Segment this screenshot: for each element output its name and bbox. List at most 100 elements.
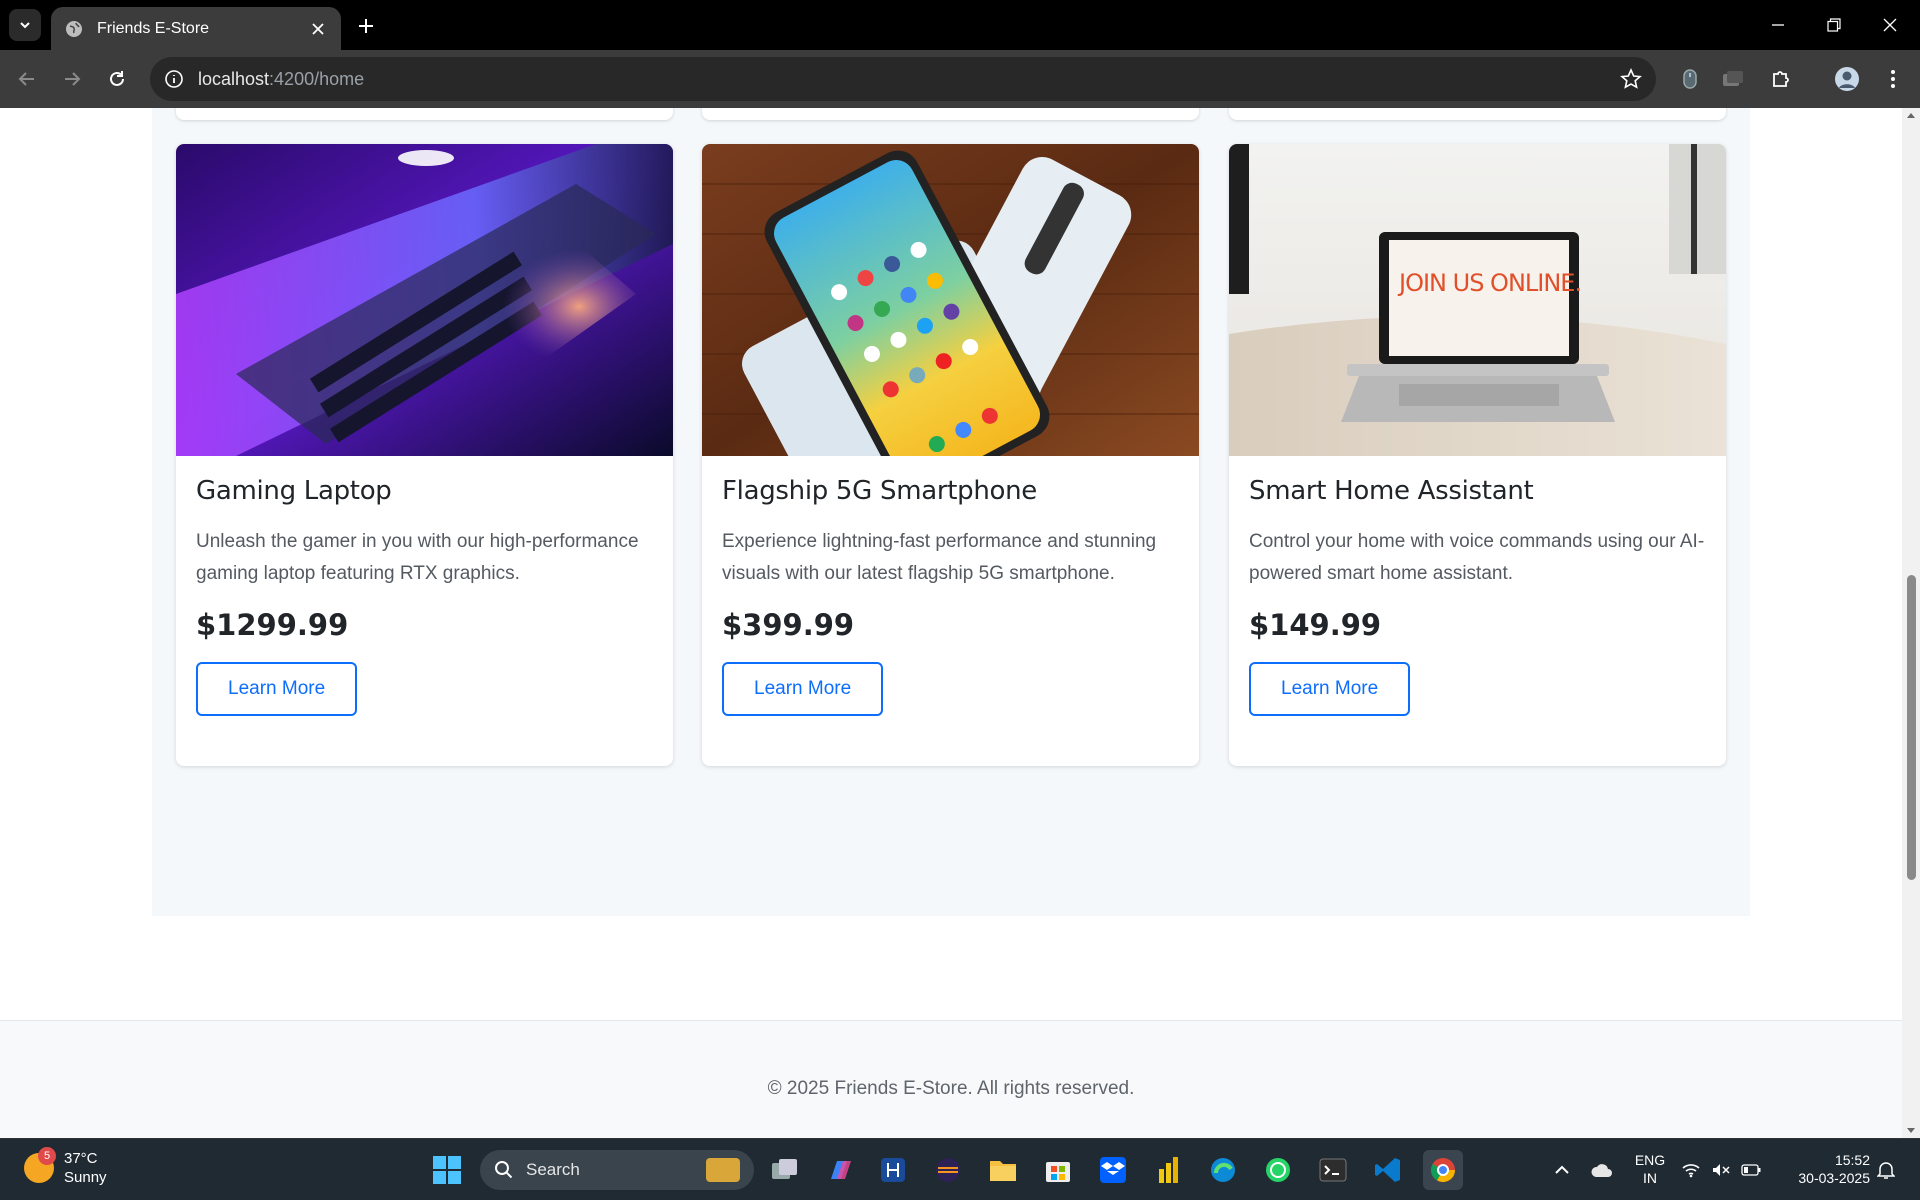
restore-button[interactable]	[1806, 0, 1862, 50]
product-description: Experience lightning-fast performance an…	[722, 531, 1157, 584]
clock-date: 30-03-2025	[1798, 1170, 1870, 1186]
tab-title: Friends E-Store	[97, 19, 210, 37]
onedrive-icon[interactable]	[1582, 1150, 1622, 1190]
card-body: Flagship 5G Smartphone Experience lightn…	[702, 456, 1199, 766]
close-window-button[interactable]	[1862, 0, 1918, 50]
site-info-icon[interactable]	[164, 69, 184, 89]
extensions-puzzle-icon[interactable]	[1765, 63, 1797, 95]
arrow-right-icon	[65, 72, 81, 86]
browser-tab[interactable]: Friends E-Store	[51, 7, 341, 50]
product-card: JOIN US ONLINE. Smart Home Assistant Con…	[1229, 144, 1726, 766]
address-bar[interactable]: localhost:4200/home	[150, 57, 1656, 101]
close-icon	[1883, 18, 1897, 32]
menu-kebab-icon[interactable]	[1877, 63, 1909, 95]
product-image-laptop	[176, 144, 673, 456]
scroll-down-arrow[interactable]	[1905, 1126, 1917, 1136]
new-tab-button[interactable]	[352, 12, 380, 40]
windows-logo-icon	[433, 1156, 461, 1184]
minimize-button[interactable]	[1750, 0, 1806, 50]
scrollbar-thumb[interactable]	[1907, 575, 1916, 880]
app-icon-blue[interactable]	[873, 1150, 913, 1190]
product-image-smartphone	[702, 144, 1199, 456]
forward-button[interactable]	[56, 63, 88, 95]
star-icon[interactable]	[1620, 68, 1642, 90]
wifi-icon	[1682, 1164, 1700, 1178]
chrome-icon[interactable]	[1423, 1150, 1463, 1190]
learn-more-button[interactable]: Learn More	[196, 662, 358, 716]
tab-strip: Friends E-Store	[0, 0, 1920, 50]
tab-search-button[interactable]	[9, 9, 41, 41]
minimize-icon	[1772, 24, 1784, 26]
search-label: Search	[526, 1160, 580, 1179]
search-icon	[495, 1161, 513, 1179]
weather-text: 37°C Sunny	[64, 1149, 107, 1187]
clock-time: 15:52	[1834, 1152, 1870, 1168]
product-image-smart-home: JOIN US ONLINE.	[1229, 144, 1726, 456]
task-view-icon[interactable]	[765, 1150, 805, 1190]
extension-mouse-icon[interactable]	[1674, 63, 1706, 95]
product-price: $1299.99	[196, 608, 349, 642]
product-card: Gaming Laptop Unleash the gamer in you w…	[176, 144, 673, 766]
url-path: :4200/home	[269, 68, 365, 89]
battery-icon	[1741, 1164, 1761, 1176]
previous-card-edge	[176, 108, 673, 120]
vscode-icon[interactable]	[1368, 1150, 1408, 1190]
card-body: Smart Home Assistant Control your home w…	[1229, 456, 1726, 766]
product-title: Smart Home Assistant	[1249, 476, 1534, 506]
laptop-screen-text: JOIN US ONLINE.	[1399, 269, 1582, 297]
page-viewport: Gaming Laptop Unleash the gamer in you w…	[0, 108, 1920, 1138]
file-explorer-icon[interactable]	[983, 1150, 1023, 1190]
chevron-up-icon[interactable]	[1542, 1150, 1582, 1190]
back-button[interactable]	[11, 63, 43, 95]
product-description: Unleash the gamer in you with our high-p…	[196, 531, 639, 584]
vertical-scrollbar[interactable]	[1902, 108, 1920, 1138]
product-title: Flagship 5G Smartphone	[722, 476, 1037, 506]
extension-cards-icon[interactable]	[1717, 63, 1749, 95]
product-description: Control your home with voice commands us…	[1249, 531, 1705, 584]
taskbar-search[interactable]: Search	[480, 1150, 754, 1190]
eclipse-icon[interactable]	[928, 1150, 968, 1190]
card-body: Gaming Laptop Unleash the gamer in you w…	[176, 456, 673, 766]
terminal-icon[interactable]	[1313, 1150, 1353, 1190]
start-button[interactable]	[427, 1150, 467, 1190]
product-price: $149.99	[1249, 608, 1382, 642]
chevron-down-icon	[20, 22, 30, 29]
url-text: localhost:4200/home	[198, 69, 1620, 90]
windows-taskbar: 5 37°C Sunny Search ENG IN 15:52 30-03-2…	[0, 1138, 1920, 1200]
search-highlight-icon	[706, 1158, 740, 1182]
notification-bell-icon[interactable]	[1866, 1150, 1906, 1190]
close-icon	[312, 22, 324, 35]
previous-card-edge	[702, 108, 1199, 120]
copyright-text: © 2025 Friends E-Store. All rights reser…	[767, 1078, 1135, 1099]
system-tray-quick-settings[interactable]	[1676, 1150, 1766, 1190]
language-indicator[interactable]: ENG IN	[1628, 1151, 1672, 1187]
tab-close-button[interactable]	[309, 20, 327, 38]
whatsapp-icon[interactable]	[1258, 1150, 1298, 1190]
edge-icon[interactable]	[1203, 1150, 1243, 1190]
copilot-icon[interactable]	[820, 1150, 860, 1190]
browser-toolbar: localhost:4200/home	[0, 50, 1920, 108]
sun-icon: 5	[24, 1147, 56, 1183]
clock[interactable]: 15:52 30-03-2025	[1780, 1151, 1870, 1187]
language-line1: ENG	[1634, 1152, 1666, 1168]
learn-more-button[interactable]: Learn More	[1249, 662, 1411, 716]
dropbox-icon[interactable]	[1093, 1150, 1133, 1190]
reload-icon	[110, 71, 124, 86]
learn-more-button[interactable]: Learn More	[722, 662, 884, 716]
power-bi-icon[interactable]	[1148, 1150, 1188, 1190]
weather-desc: Sunny	[64, 1169, 107, 1186]
weather-temp: 37°C	[64, 1150, 98, 1167]
notification-badge: 5	[38, 1147, 56, 1165]
products-section: Gaming Laptop Unleash the gamer in you w…	[152, 108, 1750, 916]
reload-button[interactable]	[101, 63, 133, 95]
volume-muted-icon	[1713, 1164, 1730, 1176]
product-price: $399.99	[722, 608, 855, 642]
globe-icon	[66, 20, 82, 37]
product-title: Gaming Laptop	[196, 476, 392, 506]
weather-widget[interactable]: 5 37°C Sunny	[24, 1147, 107, 1187]
url-host: localhost	[198, 68, 270, 89]
microsoft-store-icon[interactable]	[1038, 1150, 1078, 1190]
plus-icon	[359, 19, 373, 33]
profile-avatar[interactable]	[1831, 63, 1863, 95]
scroll-up-arrow[interactable]	[1905, 110, 1917, 120]
